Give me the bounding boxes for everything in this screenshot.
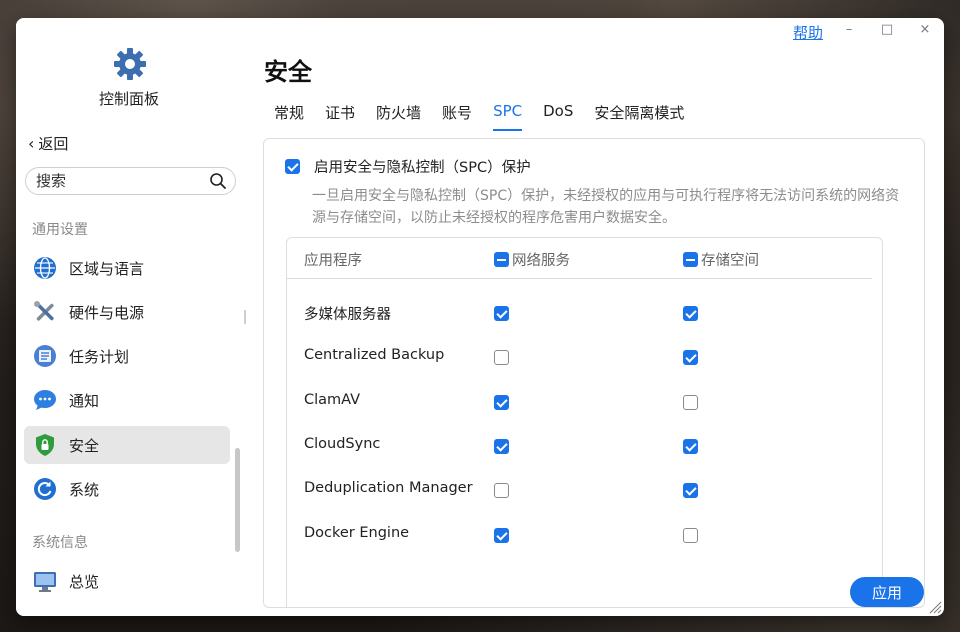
- tab-bar: 常规 证书 防火墙 账号 SPC DoS 安全隔离模式: [274, 102, 705, 131]
- back-label: 返回: [38, 135, 69, 153]
- table-row: 多媒体服务器: [287, 291, 872, 335]
- app-name: Docker Engine: [304, 524, 410, 541]
- chat-bubble-icon: [33, 388, 57, 412]
- spc-panel: 启用安全与隐私控制（SPC）保护 一旦启用安全与隐私控制（SPC）保护，未经授权…: [263, 138, 925, 608]
- sidebar-item-task-schedule[interactable]: 任务计划: [24, 337, 230, 375]
- shield-icon: [33, 433, 57, 457]
- minimize-button[interactable]: –: [839, 22, 859, 37]
- storage-space-checkbox[interactable]: [683, 306, 698, 321]
- sidebar-item-label: 系统: [69, 480, 100, 499]
- network-service-checkbox[interactable]: [494, 483, 509, 499]
- network-service-checkbox[interactable]: [494, 527, 509, 543]
- table-row: Deduplication Manager: [287, 468, 872, 512]
- chevron-left-icon: ‹: [28, 134, 35, 153]
- column-header-network-label: 网络服务: [512, 253, 570, 269]
- task-list-icon: [33, 344, 57, 368]
- sidebar: 控制面板 ‹ 返回 通用设置 区域与语言: [16, 18, 248, 616]
- sidebar-item-label: 硬件与电源: [69, 303, 145, 322]
- sidebar-item-notification[interactable]: 通知: [24, 381, 230, 419]
- storage-space-checkbox[interactable]: [683, 527, 698, 543]
- globe-icon: [33, 256, 57, 280]
- table-header: 应用程序 网络服务 存储空间: [287, 238, 872, 279]
- network-service-checkbox[interactable]: [494, 394, 509, 410]
- main-panel: 帮助 – □ × 安全 常规 证书 防火墙 账号 SPC DoS 安全隔离模式 …: [248, 18, 944, 616]
- section-system-info: 系统信息: [32, 535, 88, 551]
- column-header-app-label: 应用程序: [304, 253, 362, 269]
- app-title: 控制面板: [98, 90, 159, 108]
- sidebar-item-label: 任务计划: [69, 347, 130, 366]
- sidebar-item-label: 总览: [69, 572, 100, 591]
- gear-icon: [114, 48, 146, 80]
- sidebar-item-label: 安全: [69, 436, 100, 455]
- sidebar-item-hardware-power[interactable]: 硬件与电源: [24, 293, 230, 331]
- tools-icon: [33, 300, 57, 324]
- search-icon[interactable]: [209, 172, 227, 190]
- tab-spc[interactable]: SPC: [493, 102, 523, 131]
- back-button[interactable]: ‹ 返回: [28, 133, 68, 154]
- tab-isolation-mode[interactable]: 安全隔离模式: [594, 102, 684, 129]
- close-button[interactable]: ×: [915, 22, 935, 37]
- network-service-checkbox[interactable]: [494, 306, 509, 321]
- monitor-icon: [33, 569, 57, 593]
- storage-select-all-checkbox[interactable]: [683, 252, 698, 267]
- storage-space-checkbox[interactable]: [683, 350, 698, 366]
- sidebar-item-system[interactable]: 系统: [24, 470, 230, 508]
- page-title: 安全: [264, 58, 312, 86]
- tab-firewall[interactable]: 防火墙: [376, 102, 421, 129]
- app-name: ClamAV: [304, 391, 361, 408]
- network-select-all-checkbox[interactable]: [494, 252, 509, 267]
- enable-spc-label: 启用安全与隐私控制（SPC）保护: [314, 160, 531, 176]
- table-row: Centralized Backup: [287, 335, 872, 379]
- app-name: CloudSync: [304, 435, 381, 452]
- spc-description: 一旦启用安全与隐私控制（SPC）保护，未经授权的应用与可执行程序将无法访问系统的…: [312, 188, 900, 226]
- spc-app-table: 应用程序 网络服务 存储空间 多媒体服务器 Centralized Backup C…: [286, 237, 883, 607]
- sidebar-resize-handle[interactable]: [244, 310, 246, 324]
- search-input[interactable]: [34, 171, 208, 191]
- app-name: 多媒体服务器: [304, 307, 391, 323]
- storage-space-checkbox[interactable]: [683, 394, 698, 410]
- app-name: Deduplication Manager: [304, 480, 473, 497]
- network-service-checkbox[interactable]: [494, 350, 509, 366]
- app-name: Centralized Backup: [304, 347, 445, 364]
- sidebar-item-security[interactable]: 安全: [24, 426, 230, 464]
- column-header-storage: 存储空间: [683, 249, 759, 270]
- column-header-network: 网络服务: [494, 249, 570, 270]
- table-row: CloudSync: [287, 424, 872, 468]
- table-row: ClamAV: [287, 380, 872, 424]
- storage-space-checkbox[interactable]: [683, 438, 698, 454]
- enable-spc-checkbox[interactable]: [285, 159, 300, 174]
- search-box: [25, 167, 236, 195]
- storage-space-checkbox[interactable]: [683, 483, 698, 499]
- resize-grip-icon[interactable]: [928, 600, 942, 614]
- tab-general[interactable]: 常规: [274, 102, 304, 129]
- help-link[interactable]: 帮助: [793, 22, 823, 43]
- sidebar-item-overview[interactable]: 总览: [24, 562, 230, 600]
- system-refresh-icon: [33, 477, 57, 501]
- maximize-button[interactable]: □: [877, 22, 897, 37]
- control-panel-window: 控制面板 ‹ 返回 通用设置 区域与语言: [16, 18, 944, 616]
- column-header-storage-label: 存储空间: [701, 253, 759, 269]
- sidebar-scrollbar[interactable]: [235, 448, 240, 552]
- tab-certificate[interactable]: 证书: [325, 102, 355, 129]
- enable-spc-row: 启用安全与隐私控制（SPC）保护: [285, 156, 531, 177]
- section-general: 通用设置: [32, 222, 88, 238]
- sidebar-item-region-language[interactable]: 区域与语言: [24, 249, 230, 287]
- tab-dos[interactable]: DoS: [543, 102, 573, 129]
- sidebar-item-label: 区域与语言: [69, 259, 145, 278]
- column-header-app: 应用程序: [304, 249, 362, 270]
- network-service-checkbox[interactable]: [494, 438, 509, 454]
- table-row: Docker Engine: [287, 513, 872, 557]
- sidebar-item-label: 通知: [69, 391, 100, 410]
- apply-button[interactable]: 应用: [850, 577, 924, 607]
- tab-account[interactable]: 账号: [442, 102, 472, 129]
